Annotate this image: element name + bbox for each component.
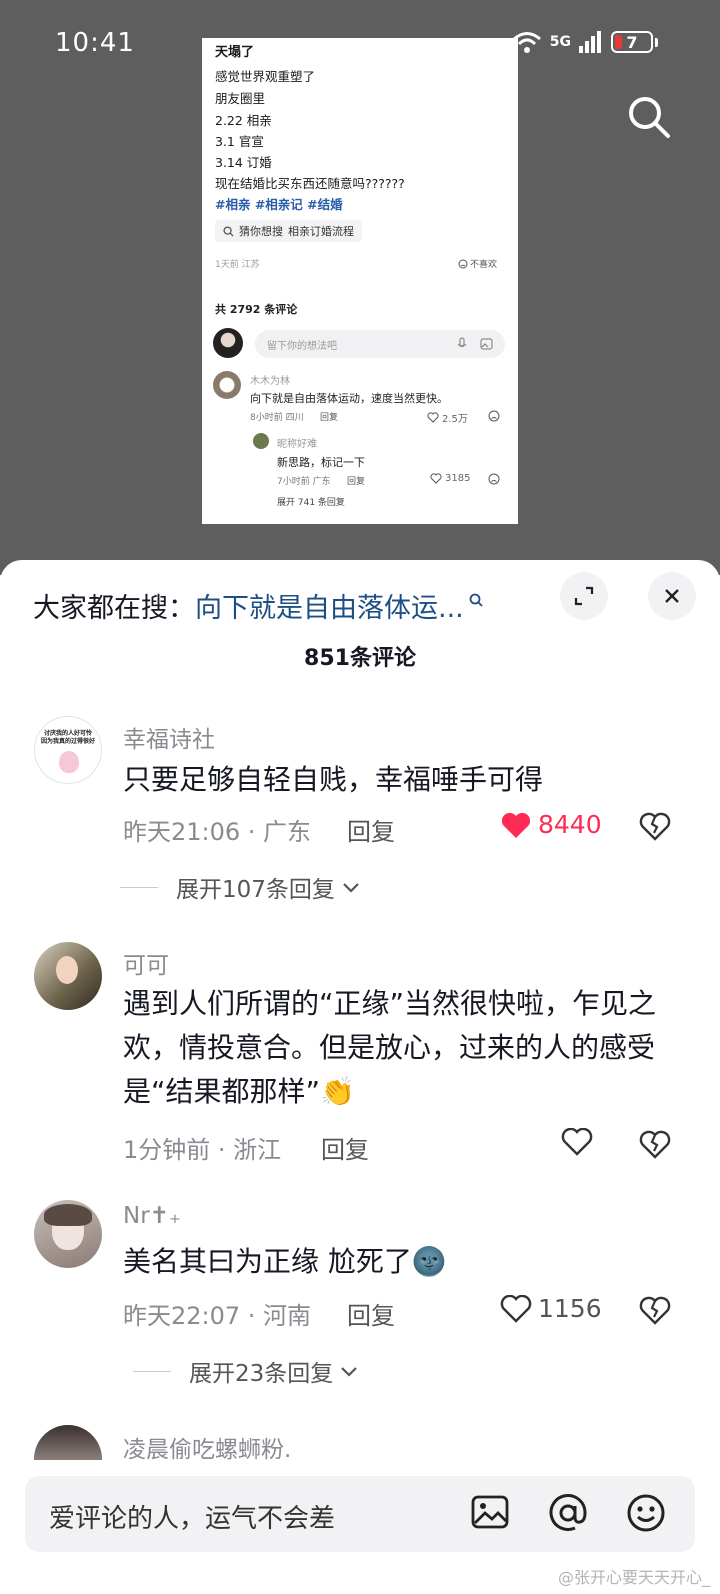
broken-heart-icon[interactable] [639,811,671,841]
heart-icon [500,1294,532,1323]
comment-text: 遇到人们所谓的“正缘”当然很快啦，乍见之欢，情投意合。但是放心，过来的人的感受是… [123,987,657,1108]
avatar[interactable] [34,1200,102,1268]
expand-replies[interactable]: 展开23条回复 [133,1354,359,1388]
dislike-face-icon[interactable] [488,410,500,422]
avatar[interactable] [34,942,102,1010]
post-line: 3.14 订婚 [215,155,272,170]
comment-text: 向下就是自由落体运动，速度当然更快。 [250,392,448,405]
comment-username[interactable]: 木木为林 [250,372,290,387]
post-line: 天塌了 [215,45,255,60]
reply-button[interactable]: 回复 [321,1130,369,1165]
comment-text: 只要足够自轻自贱，幸福唾手可得 [123,763,544,796]
reply-button[interactable]: 回复 [347,474,365,487]
broken-heart-icon[interactable] [639,1129,671,1159]
chevron-down-icon [343,883,359,893]
avatar[interactable] [253,433,269,449]
reply-button[interactable]: 回复 [347,1296,395,1331]
mic-icon[interactable] [457,337,467,351]
like-button[interactable]: 3185 [430,473,470,484]
expand-button[interactable] [560,572,608,620]
comment-meta: 7小时前 广东 [277,477,331,487]
heart-icon [430,473,442,484]
comment-text: 新思路，标记一下 [277,456,365,469]
post-line: 3.1 官宣 [215,134,264,149]
comment-username[interactable]: 昵称好难 [277,435,317,450]
comment-input-placeholder: 爱评论的人，运气不会差 [49,1504,336,1534]
expand-icon [574,586,594,606]
signal-icon [579,31,601,53]
comment-input[interactable]: 爱评论的人，运气不会差 [25,1476,695,1552]
hot-search-label: 大家都在搜： [33,593,195,624]
comment-username[interactable]: 凌晨偷吃螺蛳粉. [123,1430,291,1464]
heart-icon [561,1128,593,1156]
comment-count-title: 851条评论 [304,646,416,671]
avatar[interactable] [213,371,241,399]
comment-username[interactable]: Nr✝︎₊ [123,1203,181,1229]
avatar[interactable] [213,328,243,358]
comment-meta: 昨天22:07 · 河南 [123,1302,312,1330]
post-line: 朋友圈里 [215,91,266,106]
post-comment-input[interactable]: 留下你的想法吧 [255,330,505,358]
post-line: 现在结婚比买东西还随意吗?????? [215,176,405,191]
status-time: 10:41 [55,28,135,58]
heart-filled-icon [501,812,531,838]
comment-username[interactable]: 幸福诗社 [123,720,215,754]
comment-username[interactable]: 可可 [123,946,169,980]
dislike-face-icon [458,259,468,268]
like-button[interactable]: 2.5万 [427,410,468,425]
like-button[interactable]: 8440 [500,810,602,839]
battery-icon: 7 [611,31,653,53]
image-icon[interactable] [470,1492,510,1532]
comment-text: 美名其曰为正缘 尬死了🌚 [123,1245,447,1278]
reply-button[interactable]: 回复 [320,410,338,423]
post-screenshot: 天塌了 感觉世界观重塑了 朋友圈里 2.22 相亲 3.1 官宣 3.14 订婚… [202,38,518,524]
heart-icon [427,412,439,423]
network-label: 5G [549,34,571,50]
expand-replies[interactable]: 展开107条回复 [120,870,361,904]
hot-search[interactable]: 大家都在搜： 向下就是自由落体运... [33,586,484,625]
hot-search-query[interactable]: 向下就是自由落体运... [195,586,464,625]
status-icons: 5G 7 [512,30,658,54]
guess-label: 猜你想搜 [239,225,283,238]
search-icon [469,593,483,607]
chevron-down-icon [341,1367,358,1377]
emoji-icon[interactable] [625,1492,667,1534]
avatar[interactable]: 讨厌我的人好可怜 因为我真的过得很好 [34,716,102,784]
broken-heart-icon[interactable] [639,1295,671,1325]
post-line: 2.22 相亲 [215,113,272,128]
like-button[interactable]: 1156 [500,1294,602,1323]
like-button[interactable] [561,1128,593,1156]
post-time-location: 1天前 江苏 [215,260,260,270]
watermark: @张开心要天天开心_ [557,1568,710,1587]
close-button[interactable] [648,572,696,620]
dislike-button[interactable]: 不喜欢 [458,257,497,270]
image-icon[interactable] [480,338,493,350]
comment-meta: 昨天21:06 · 广东 [123,818,312,846]
mention-icon[interactable] [547,1492,589,1534]
search-icon[interactable] [626,94,672,140]
dislike-face-icon[interactable] [488,473,500,485]
reply-button[interactable]: 回复 [347,812,395,847]
expand-replies[interactable]: 展开 741 条回复 [277,495,345,508]
comment-meta: 1分钟前 · 浙江 [123,1136,282,1164]
post-comment-count: 共 2792 条评论 [215,303,298,316]
post-line: 感觉世界观重塑了 [215,69,316,84]
guess-search[interactable]: 猜你想搜 相亲订婚流程 [215,220,362,242]
comment-meta: 8小时前 四川 [250,413,304,423]
post-tags[interactable]: #相亲 #相亲记 #结婚 [215,194,343,213]
guess-term: 相亲订婚流程 [288,225,354,238]
search-icon [223,225,234,237]
close-icon [665,589,679,603]
